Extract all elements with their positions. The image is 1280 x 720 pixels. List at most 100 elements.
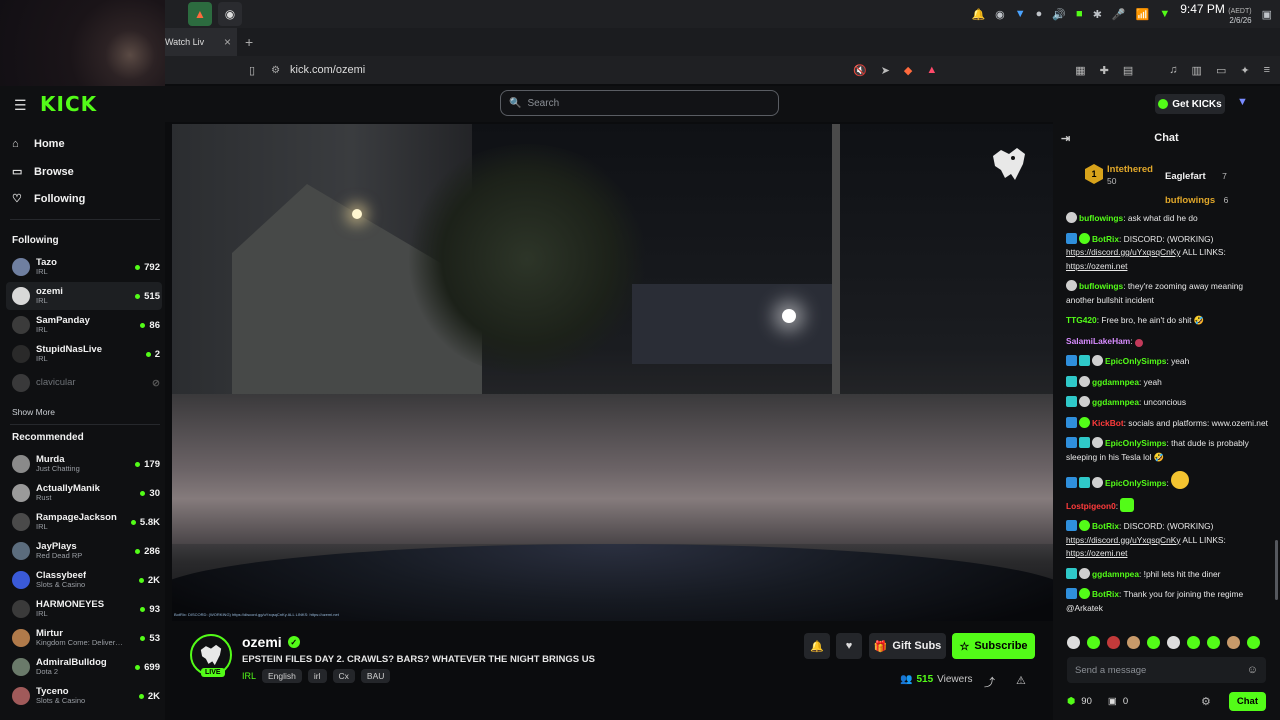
chat-username[interactable]: KickBot bbox=[1092, 418, 1124, 428]
share-icon[interactable]: ⤴ bbox=[984, 674, 995, 690]
emoji-picker-icon[interactable]: ☺ bbox=[1247, 664, 1258, 676]
tag[interactable]: BAU bbox=[360, 669, 391, 683]
chat-message[interactable]: Lostpigeon0: bbox=[1066, 497, 1271, 514]
nav-browse[interactable]: ▭ Browse bbox=[12, 165, 74, 179]
chat-link[interactable]: https://discord.gg/uYxqsqCnKy bbox=[1066, 535, 1181, 545]
chat-message[interactable]: KickBot: socials and platforms: www.ozem… bbox=[1066, 416, 1271, 431]
chat-username[interactable]: EpicOnlySimps bbox=[1105, 356, 1166, 366]
brave-shield-icon[interactable]: ◆ bbox=[904, 64, 912, 77]
menu-icon[interactable]: ≡ bbox=[1264, 64, 1270, 76]
recommended-channel[interactable]: AdmiralBulldog Dota 2 699 bbox=[6, 653, 162, 681]
emote-icon[interactable] bbox=[1187, 636, 1200, 649]
puzzle-icon[interactable]: ✚ bbox=[1100, 64, 1109, 77]
following-channel-tazo[interactable]: Tazo IRL 792 bbox=[6, 253, 162, 281]
chat-message[interactable]: SalamiLakeHam: bbox=[1066, 335, 1271, 349]
tag[interactable]: irl bbox=[307, 669, 327, 683]
emote-icon[interactable] bbox=[1087, 636, 1100, 649]
chat-username[interactable]: ggdamnpea bbox=[1092, 569, 1139, 579]
site-settings-icon[interactable]: ⚙ bbox=[271, 65, 280, 76]
recommended-channel[interactable]: Murda Just Chatting 179 bbox=[6, 450, 162, 478]
recommended-channel[interactable]: JayPlays Red Dead RP 286 bbox=[6, 537, 162, 565]
chat-message[interactable]: ggdamnpea: !phil lets hit the diner bbox=[1066, 567, 1271, 582]
following-channel-sampanday[interactable]: SamPanday IRL 86 bbox=[6, 311, 162, 339]
chat-message[interactable]: EpicOnlySimps: that dude is probably sle… bbox=[1066, 437, 1271, 464]
recommended-channel[interactable]: RampageJackson IRL 5.8K bbox=[6, 508, 162, 536]
media-icon[interactable]: ♫ bbox=[1169, 64, 1177, 76]
chat-message[interactable]: BotRix: Thank you for joining the regime… bbox=[1066, 588, 1271, 615]
vpn-tray-icon[interactable]: ▼ bbox=[1015, 8, 1026, 20]
recommended-channel[interactable]: HARMONEYES IRL 93 bbox=[6, 595, 162, 623]
obs-app-icon[interactable]: ◉ bbox=[218, 2, 242, 26]
kick-logo[interactable]: KICK bbox=[40, 92, 97, 116]
mic-icon[interactable]: 🎤 bbox=[1112, 8, 1126, 21]
rewards-icon[interactable]: ▲ bbox=[926, 64, 937, 76]
browser-tab[interactable]: Watch Liv × bbox=[165, 28, 237, 56]
chat-username[interactable]: BotRix bbox=[1092, 521, 1119, 531]
chat-username[interactable]: BotRix bbox=[1092, 589, 1119, 599]
url-text[interactable]: kick.com/ozemi bbox=[290, 64, 365, 76]
chat-username[interactable]: BotRix bbox=[1092, 234, 1119, 244]
video-player[interactable]: BotRix: DISCORD: (WORKING) https://disco… bbox=[172, 124, 1053, 621]
leaderboard-entry[interactable]: Eaglefart 7 bbox=[1165, 163, 1228, 187]
chat-username[interactable]: buflowings bbox=[1079, 281, 1123, 291]
emote-icon[interactable] bbox=[1127, 636, 1140, 649]
volume-icon[interactable]: 🔊 bbox=[1052, 8, 1066, 21]
recommended-channel[interactable]: Classybeef Slots & Casino 2K bbox=[6, 566, 162, 594]
bookmark-icon[interactable]: ▯ bbox=[249, 64, 255, 77]
show-desktop-icon[interactable]: ▣ bbox=[1262, 8, 1272, 21]
search-input[interactable]: 🔍 Search bbox=[500, 90, 779, 116]
hamburger-menu-icon[interactable]: ☰ bbox=[14, 97, 27, 114]
new-tab-icon[interactable]: + bbox=[245, 34, 253, 50]
close-tab-icon[interactable]: × bbox=[224, 35, 231, 49]
chat-link[interactable]: https://discord.gg/uYxqsqCnKy bbox=[1066, 247, 1181, 257]
wallet2-icon[interactable]: ▭ bbox=[1216, 64, 1226, 77]
channel-name-heading[interactable]: ozemi ✓ bbox=[242, 634, 300, 650]
green-tray-icon[interactable]: ■ bbox=[1076, 8, 1083, 20]
sidebar-toggle-icon[interactable]: ▥ bbox=[1192, 64, 1202, 77]
following-channel-clavicular[interactable]: clavicular ⊘ bbox=[6, 369, 162, 397]
leaderboard-entry[interactable]: Intethered 50 bbox=[1107, 164, 1153, 187]
send-chat-button[interactable]: Chat bbox=[1228, 691, 1266, 711]
leaderboard-entry[interactable]: buflowings 6 bbox=[1165, 187, 1228, 211]
chat-message[interactable]: ggdamnpea: unconcious bbox=[1066, 396, 1271, 410]
chat-message[interactable]: buflowings: they're zooming away meaning… bbox=[1066, 280, 1271, 307]
chat-username[interactable]: EpicOnlySimps bbox=[1105, 438, 1166, 448]
chat-message-input[interactable]: Send a message ☺ bbox=[1067, 657, 1266, 683]
notification-bell-button[interactable]: 🔔 bbox=[804, 633, 830, 659]
following-channel-stupidnaslive[interactable]: StupidNasLive IRL 2 bbox=[6, 340, 162, 368]
category-link[interactable]: IRL bbox=[242, 671, 256, 681]
leo-icon[interactable]: ✦ bbox=[1240, 64, 1249, 77]
recommended-channel[interactable]: Mirtur Kingdom Come: Deliver… 53 bbox=[6, 624, 162, 652]
emote-icon[interactable] bbox=[1147, 636, 1160, 649]
recommended-channel[interactable]: Tyceno Slots & Casino 2K bbox=[6, 682, 162, 710]
gift-icon[interactable]: ▣ bbox=[1108, 696, 1117, 707]
user-menu-icon[interactable]: ▼ bbox=[1237, 96, 1248, 108]
mute-tab-icon[interactable]: 🔇 bbox=[853, 64, 867, 77]
chat-username[interactable]: ggdamnpea bbox=[1092, 377, 1139, 387]
send-icon[interactable]: ➤ bbox=[881, 64, 890, 77]
follow-button[interactable]: ♥ bbox=[836, 633, 862, 659]
wallet-icon[interactable]: ▤ bbox=[1123, 64, 1133, 77]
chat-username[interactable]: EpicOnlySimps bbox=[1105, 478, 1166, 488]
chat-message[interactable]: EpicOnlySimps: yeah bbox=[1066, 355, 1271, 369]
emote-icon[interactable] bbox=[1107, 636, 1120, 649]
battery-icon[interactable]: ▼ bbox=[1159, 8, 1170, 20]
chat-message[interactable]: BotRix: DISCORD: (WORKING) https://disco… bbox=[1066, 520, 1271, 561]
emote-icon[interactable] bbox=[1247, 636, 1260, 649]
chat-username[interactable]: Lostpigeon0 bbox=[1066, 501, 1116, 511]
emote-icon[interactable] bbox=[1167, 636, 1180, 649]
tag[interactable]: Cx bbox=[332, 669, 355, 683]
nav-home[interactable]: ⌂ Home bbox=[12, 138, 65, 150]
chat-settings-icon[interactable]: ⚙ bbox=[1201, 695, 1211, 708]
chat-link[interactable]: https://ozemi.net bbox=[1066, 548, 1127, 558]
emote-icon[interactable] bbox=[1227, 636, 1240, 649]
app-tray-icon[interactable]: ● bbox=[1036, 8, 1043, 20]
show-more-link[interactable]: Show More bbox=[12, 407, 55, 417]
subscribe-button[interactable]: ☆ Subscribe bbox=[952, 633, 1035, 659]
chat-message[interactable]: buflowings: ask what did he do bbox=[1066, 212, 1271, 226]
chat-link[interactable]: https://ozemi.net bbox=[1066, 261, 1127, 271]
chat-message[interactable]: EpicOnlySimps: bbox=[1066, 471, 1271, 491]
chat-message[interactable]: BotRix: DISCORD: (WORKING) https://disco… bbox=[1066, 232, 1271, 274]
report-icon[interactable]: ⚠ bbox=[1016, 674, 1026, 687]
brave-app-icon[interactable]: ▲ bbox=[188, 2, 212, 26]
